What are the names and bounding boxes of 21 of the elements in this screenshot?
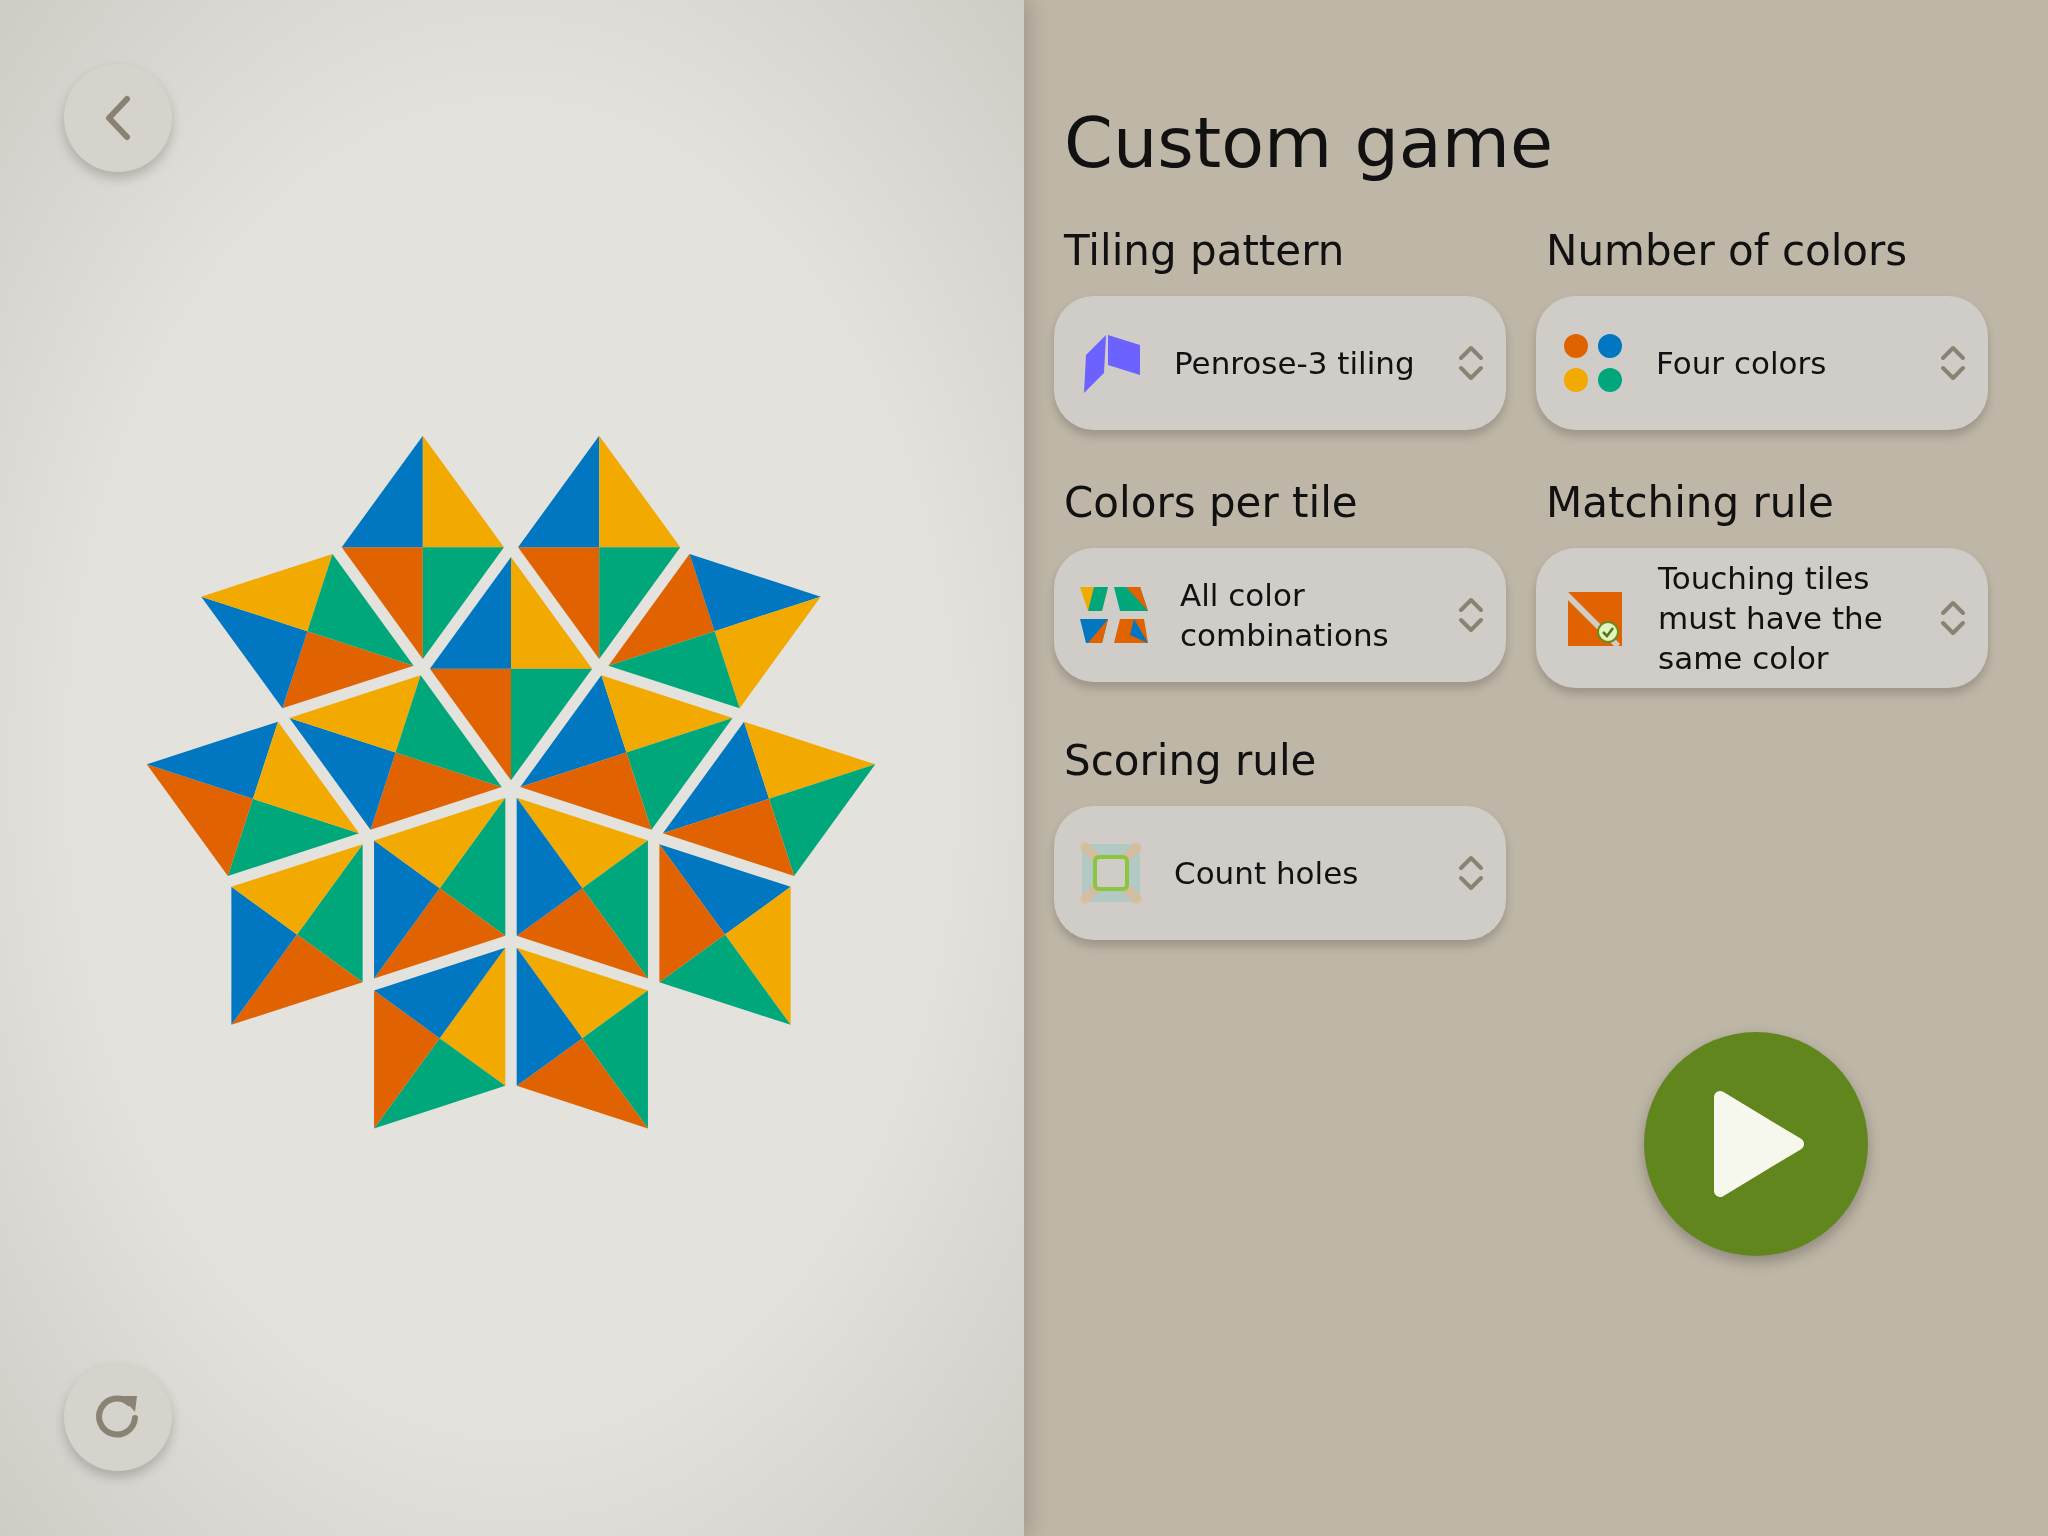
four-dots-icon bbox=[1562, 332, 1624, 394]
setting-label: Number of colors bbox=[1546, 230, 1909, 272]
back-button[interactable] bbox=[64, 64, 172, 172]
restart-button[interactable] bbox=[64, 1363, 172, 1471]
setting-dropdown[interactable]: Count holes bbox=[1054, 806, 1506, 940]
setting-dropdown[interactable]: Touching tiles must have the same color bbox=[1536, 548, 1988, 688]
setting-label: Colors per tile bbox=[1064, 482, 1359, 524]
up-down-chevron-icon bbox=[1458, 854, 1484, 892]
setting-dropdown[interactable]: All color combinations bbox=[1054, 548, 1506, 682]
setting-dropdown[interactable]: Penrose-3 tiling bbox=[1054, 296, 1506, 430]
back-icon bbox=[103, 95, 133, 141]
up-down-chevron-icon bbox=[1940, 599, 1966, 637]
setting-label: Matching rule bbox=[1546, 482, 1835, 524]
setting-label: Scoring rule bbox=[1064, 740, 1318, 782]
up-down-chevron-icon bbox=[1940, 344, 1966, 382]
grid-hole-icon bbox=[1080, 842, 1142, 904]
up-down-chevron-icon bbox=[1458, 596, 1484, 634]
up-down-chevron-icon bbox=[1458, 344, 1484, 382]
setting-label: Tiling pattern bbox=[1064, 230, 1346, 272]
colored-tiles-icon bbox=[1080, 585, 1148, 645]
setting-dropdown[interactable]: Four colors bbox=[1536, 296, 1988, 430]
